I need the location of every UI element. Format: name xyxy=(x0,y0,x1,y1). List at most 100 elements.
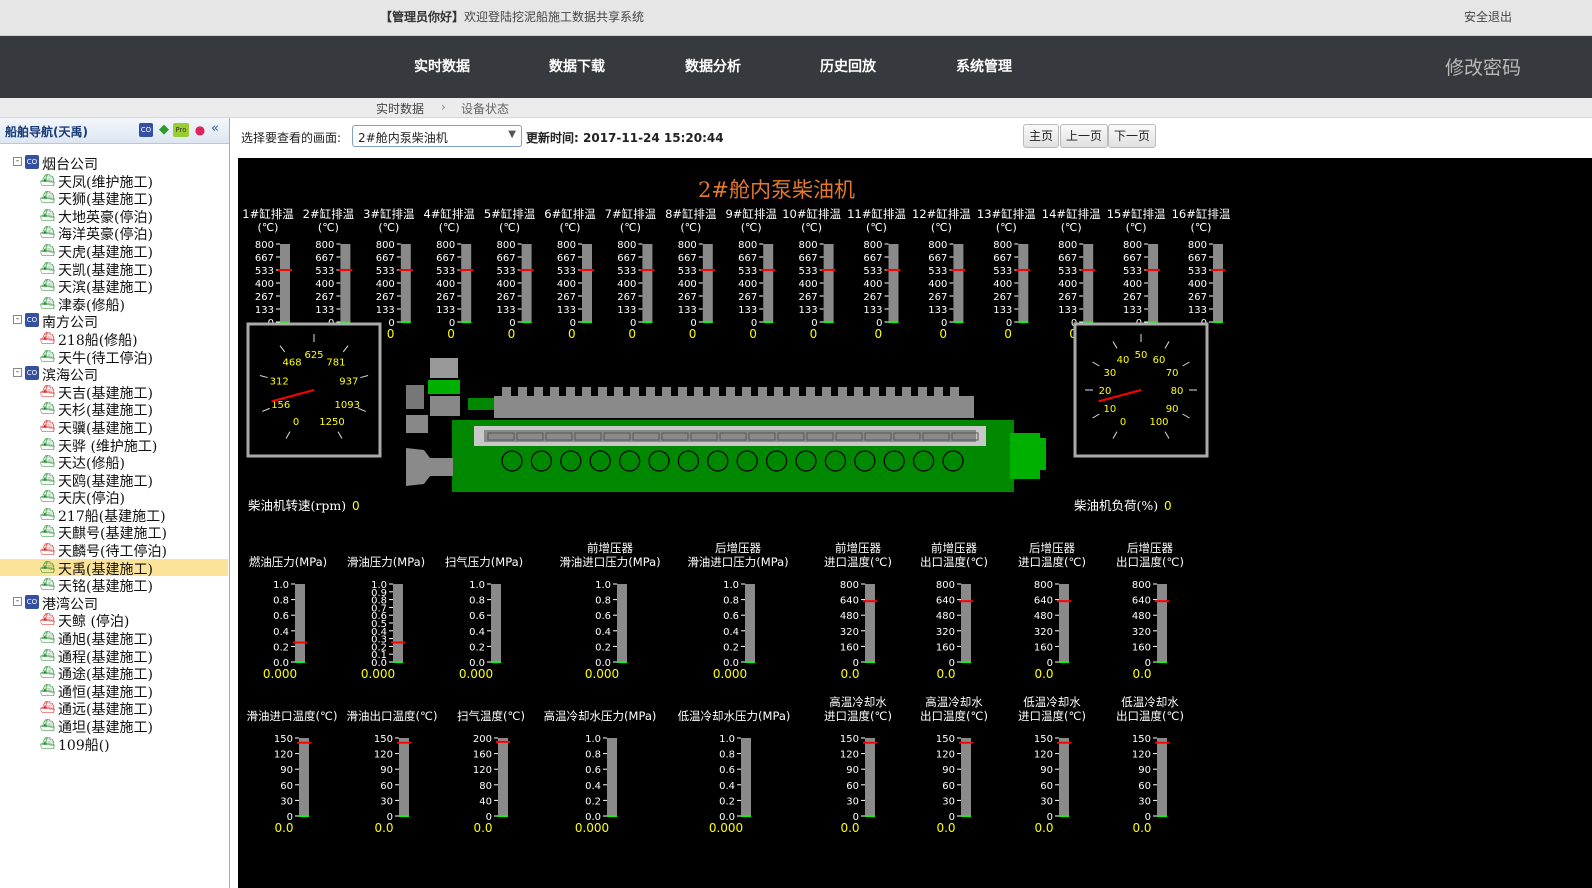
tree-company[interactable]: - CO 烟台公司 xyxy=(0,154,228,173)
tree-ship[interactable]: ⛴ 通途(基建施工) xyxy=(0,664,228,683)
engine-part xyxy=(1010,433,1040,479)
tree-toggle-icon[interactable]: - xyxy=(13,368,22,378)
cylinder-scale-label: 400 xyxy=(497,279,516,290)
cylinder-scale-label: 400 xyxy=(436,279,455,290)
tree-ship[interactable]: ⛴ 大地英豪(停泊) xyxy=(0,207,228,226)
panel-graphics: 1#缸排温(℃)800667533400267133002#缸排温(℃)8006… xyxy=(242,207,1231,835)
ship-icon: ⛴ xyxy=(40,242,56,257)
cylinder-scale-label: 533 xyxy=(928,266,947,277)
ship-icon: ⛴ xyxy=(40,489,56,504)
pin-icon[interactable]: ● xyxy=(193,123,207,137)
tree-ship[interactable]: ⛴ 天杉(基建施工) xyxy=(0,400,228,419)
pro-icon[interactable]: Pro xyxy=(173,123,189,137)
tree-ship[interactable]: ⛴ 通远(基建施工) xyxy=(0,699,228,718)
row1-gauge-scale-label: 0.6 xyxy=(273,611,289,622)
cylinder-scale-label: 667 xyxy=(1058,253,1077,264)
tree-ship[interactable]: ⛴ 天鸥(基建施工) xyxy=(0,471,228,490)
nav-history-playback[interactable]: 历史回放 xyxy=(820,56,876,76)
tree-company[interactable]: - CO 南方公司 xyxy=(0,312,228,331)
tree-ship[interactable]: ⛴ 天骅 (维护施工) xyxy=(0,436,228,455)
rpm-gauge-tick-label: 781 xyxy=(326,357,345,368)
tree-company[interactable]: - CO 滨海公司 xyxy=(0,365,228,384)
cylinder-scale-label: 533 xyxy=(376,266,395,277)
cylinder-value: 0 xyxy=(568,327,576,341)
tree-ship[interactable]: ⛴ 天鲸 (停泊) xyxy=(0,611,228,630)
cylinder-scale-label: 800 xyxy=(436,240,455,251)
tree-ship[interactable]: ⛴ 天凤(维护施工) xyxy=(0,172,228,191)
cylinder-scale-label: 533 xyxy=(557,266,576,277)
tree-ship[interactable]: ⛴ 海洋英豪(停泊) xyxy=(0,224,228,243)
nav-data-analysis[interactable]: 数据分析 xyxy=(685,56,741,76)
load-gauge-tick-label: 0 xyxy=(1120,417,1126,428)
view-select[interactable]: 2#舱内泵柴油机 ▼ xyxy=(352,125,522,147)
cylinder-value: 0 xyxy=(875,327,883,341)
row1-gauge-scale-label: 800 xyxy=(840,580,859,591)
tree-toggle-icon[interactable]: - xyxy=(13,157,22,166)
change-password-link[interactable]: 修改密码 xyxy=(1445,53,1521,80)
ship-icon: ⛴ xyxy=(40,735,56,750)
cylinder-scale-label: 400 xyxy=(863,279,882,290)
row2-gauge-label: 滑油进口温度(℃) xyxy=(247,709,338,723)
tree-ship[interactable]: ⛴ 通恒(基建施工) xyxy=(0,682,228,701)
row1-gauge-scale-label: 480 xyxy=(936,611,955,622)
tree-ship[interactable]: ⛴ 天禹(基建施工) xyxy=(0,558,228,578)
tree-ship[interactable]: ⛴ 天狮(基建施工) xyxy=(0,189,228,208)
row2-gauge-label-top: 高温冷却水 xyxy=(829,695,887,709)
tree-ship[interactable]: ⛴ 天牛(待工停泊) xyxy=(0,348,228,367)
row2-gauge-scale-label: 1.0 xyxy=(719,734,735,745)
cylinder-value: 0 xyxy=(508,327,516,341)
row2-gauge-scale-label: 150 xyxy=(1132,734,1151,745)
cylinder-scale-label: 533 xyxy=(315,266,334,277)
nav-system-management[interactable]: 系统管理 xyxy=(956,56,1012,76)
rpm-gauge-tick-label: 312 xyxy=(270,377,289,388)
row1-gauge-value: 0.000 xyxy=(713,667,747,681)
prev-page-button[interactable]: 上一页 xyxy=(1060,124,1109,148)
cylinder-scale-label: 133 xyxy=(376,305,395,316)
cylinder-label: 12#缸排温 xyxy=(912,207,971,221)
main-content: 选择要查看的画面: 2#舱内泵柴油机 ▼ 更新时间: 2017-11-24 15:… xyxy=(238,118,1592,888)
nav-realtime-data[interactable]: 实时数据 xyxy=(414,56,470,76)
leaf-icon[interactable]: ◆ xyxy=(157,123,171,137)
tree-ship[interactable]: ⛴ 109船() xyxy=(0,735,228,754)
co-icon[interactable]: CO xyxy=(139,123,153,137)
tree-toggle-icon[interactable]: - xyxy=(13,315,22,325)
row2-gauge-tube xyxy=(399,738,409,816)
cylinder-scale-label: 533 xyxy=(497,266,516,277)
tree-ship[interactable]: ⛴ 天麟号(待工停泊) xyxy=(0,541,228,560)
tree-ship[interactable]: ⛴ 天庆(停泊) xyxy=(0,488,228,507)
tree-ship[interactable]: ⛴ 217船(基建施工) xyxy=(0,506,228,525)
breadcrumb-item-realtime[interactable]: 实时数据 xyxy=(376,100,424,117)
tree-ship[interactable]: ⛴ 天吉(基建施工) xyxy=(0,383,228,402)
tree-ship[interactable]: ⛴ 通坦(基建施工) xyxy=(0,717,228,736)
tree-ship[interactable]: ⛴ 天滨(基建施工) xyxy=(0,277,228,296)
cylinder-value: 0 xyxy=(749,327,757,341)
tree-ship[interactable]: ⛴ 通旭(基建施工) xyxy=(0,629,228,648)
tree-company[interactable]: - CO 港湾公司 xyxy=(0,594,228,613)
ship-icon: ⛴ xyxy=(40,524,56,539)
home-button[interactable]: 主页 xyxy=(1023,124,1060,148)
row1-gauge-tube xyxy=(1157,584,1167,662)
cylinder-value: 0 xyxy=(689,327,697,341)
logout-link[interactable]: 安全退出 xyxy=(1464,8,1512,25)
row1-gauge-scale-label: 0.6 xyxy=(723,611,739,622)
cylinder-scale-label: 800 xyxy=(255,240,274,251)
collapse-icon[interactable]: « xyxy=(208,122,222,137)
tree-ship[interactable]: ⛴ 天凯(基建施工) xyxy=(0,260,228,279)
cylinder-scale-label: 400 xyxy=(678,279,697,290)
cylinder-scale-label: 667 xyxy=(678,253,697,264)
tree-toggle-icon[interactable]: - xyxy=(13,596,22,606)
cylinder-label: 5#缸排温 xyxy=(484,207,536,221)
nav-data-download[interactable]: 数据下载 xyxy=(549,56,605,76)
tree-ship[interactable]: ⛴ 天铭(基建施工) xyxy=(0,576,228,595)
tree-ship[interactable]: ⛴ 天达(修船) xyxy=(0,453,228,472)
tree-ship[interactable]: ⛴ 通程(基建施工) xyxy=(0,647,228,666)
tree-ship[interactable]: ⛴ 天骥(基建施工) xyxy=(0,418,228,437)
tree-ship[interactable]: ⛴ 天虎(基建施工) xyxy=(0,242,228,261)
tree-ship[interactable]: ⛴ 天麒号(基建施工) xyxy=(0,523,228,542)
tree-ship[interactable]: ⛴ 津泰(修船) xyxy=(0,295,228,314)
cylinder-scale-label: 400 xyxy=(1188,279,1207,290)
row1-gauge-scale-label: 160 xyxy=(840,642,859,653)
tree-ship[interactable]: ⛴ 218船(修船) xyxy=(0,330,228,349)
next-page-button[interactable]: 下一页 xyxy=(1108,124,1157,148)
row2-gauge-label-top: 低温冷却水 xyxy=(1121,695,1179,709)
